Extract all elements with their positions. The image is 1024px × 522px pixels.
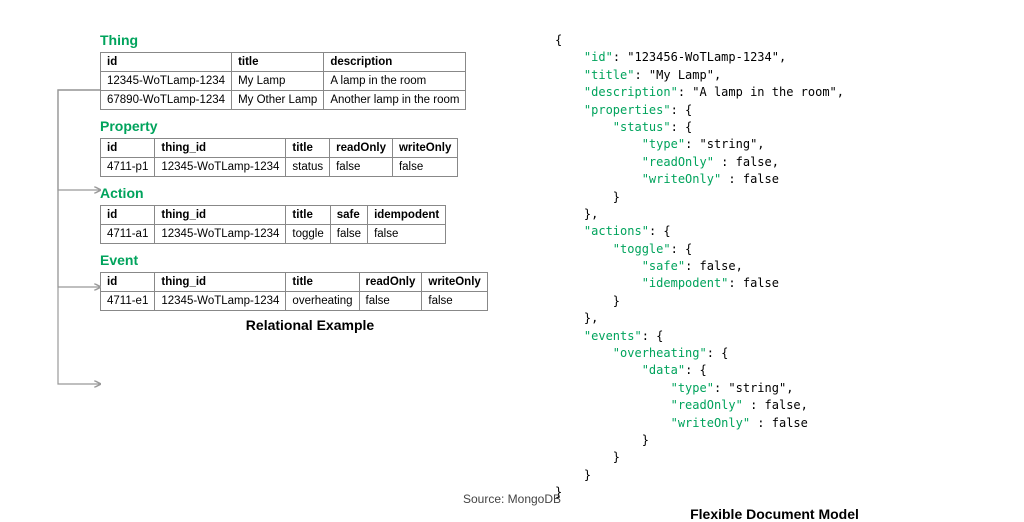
column-header: title xyxy=(286,206,330,225)
table-cell: false xyxy=(392,158,457,177)
source-label: Source: MongoDB xyxy=(463,492,561,506)
column-header: title xyxy=(232,53,324,72)
property-title: Property xyxy=(100,118,520,134)
table-row: 4711-e112345-WoTLamp-1234overheatingfals… xyxy=(101,292,488,311)
table-cell: status xyxy=(286,158,330,177)
json-document: { "id": "123456-WoTLamp-1234", "title": … xyxy=(555,32,994,502)
table-cell: false xyxy=(330,158,393,177)
table-cell: 4711-p1 xyxy=(101,158,155,177)
column-header: title xyxy=(286,139,330,158)
table-row: 67890-WoTLamp-1234My Other LampAnother l… xyxy=(101,91,466,110)
column-header: id xyxy=(101,53,232,72)
table-cell: 67890-WoTLamp-1234 xyxy=(101,91,232,110)
table-cell: 12345-WoTLamp-1234 xyxy=(101,72,232,91)
thing-table: idtitledescription12345-WoTLamp-1234My L… xyxy=(100,52,466,110)
column-header: thing_id xyxy=(155,206,286,225)
table-cell: overheating xyxy=(286,292,359,311)
column-header: title xyxy=(286,273,359,292)
relational-panel: Thing idtitledescription12345-WoTLamp-12… xyxy=(30,24,520,500)
column-header: writeOnly xyxy=(422,273,487,292)
document-panel: { "id": "123456-WoTLamp-1234", "title": … xyxy=(520,24,994,500)
table-cell: 4711-a1 xyxy=(101,225,155,244)
table-cell: 4711-e1 xyxy=(101,292,155,311)
action-title: Action xyxy=(100,185,520,201)
table-cell: 12345-WoTLamp-1234 xyxy=(155,225,286,244)
table-cell: My Other Lamp xyxy=(232,91,324,110)
column-header: readOnly xyxy=(359,273,422,292)
column-header: thing_id xyxy=(155,139,286,158)
event-table: idthing_idtitlereadOnlywriteOnly4711-e11… xyxy=(100,272,488,311)
document-caption: Flexible Document Model xyxy=(555,506,994,522)
column-header: id xyxy=(101,273,155,292)
table-cell: toggle xyxy=(286,225,330,244)
table-cell: My Lamp xyxy=(232,72,324,91)
column-header: readOnly xyxy=(330,139,393,158)
column-header: id xyxy=(101,139,155,158)
table-row: 4711-p112345-WoTLamp-1234statusfalsefals… xyxy=(101,158,458,177)
table-cell: A lamp in the room xyxy=(324,72,466,91)
table-cell: false xyxy=(368,225,446,244)
relation-arrows xyxy=(50,62,105,482)
table-cell: false xyxy=(359,292,422,311)
action-table: idthing_idtitlesafeidempodent4711-a11234… xyxy=(100,205,446,244)
table-cell: 12345-WoTLamp-1234 xyxy=(155,292,286,311)
property-table: idthing_idtitlereadOnlywriteOnly4711-p11… xyxy=(100,138,458,177)
column-header: description xyxy=(324,53,466,72)
column-header: writeOnly xyxy=(392,139,457,158)
table-cell: 12345-WoTLamp-1234 xyxy=(155,158,286,177)
column-header: thing_id xyxy=(155,273,286,292)
column-header: safe xyxy=(330,206,367,225)
table-row: 12345-WoTLamp-1234My LampA lamp in the r… xyxy=(101,72,466,91)
table-cell: false xyxy=(330,225,367,244)
column-header: id xyxy=(101,206,155,225)
table-row: 4711-a112345-WoTLamp-1234togglefalsefals… xyxy=(101,225,446,244)
thing-title: Thing xyxy=(100,32,520,48)
table-cell: Another lamp in the room xyxy=(324,91,466,110)
event-title: Event xyxy=(100,252,520,268)
relational-caption: Relational Example xyxy=(100,317,520,333)
column-header: idempodent xyxy=(368,206,446,225)
table-cell: false xyxy=(422,292,487,311)
